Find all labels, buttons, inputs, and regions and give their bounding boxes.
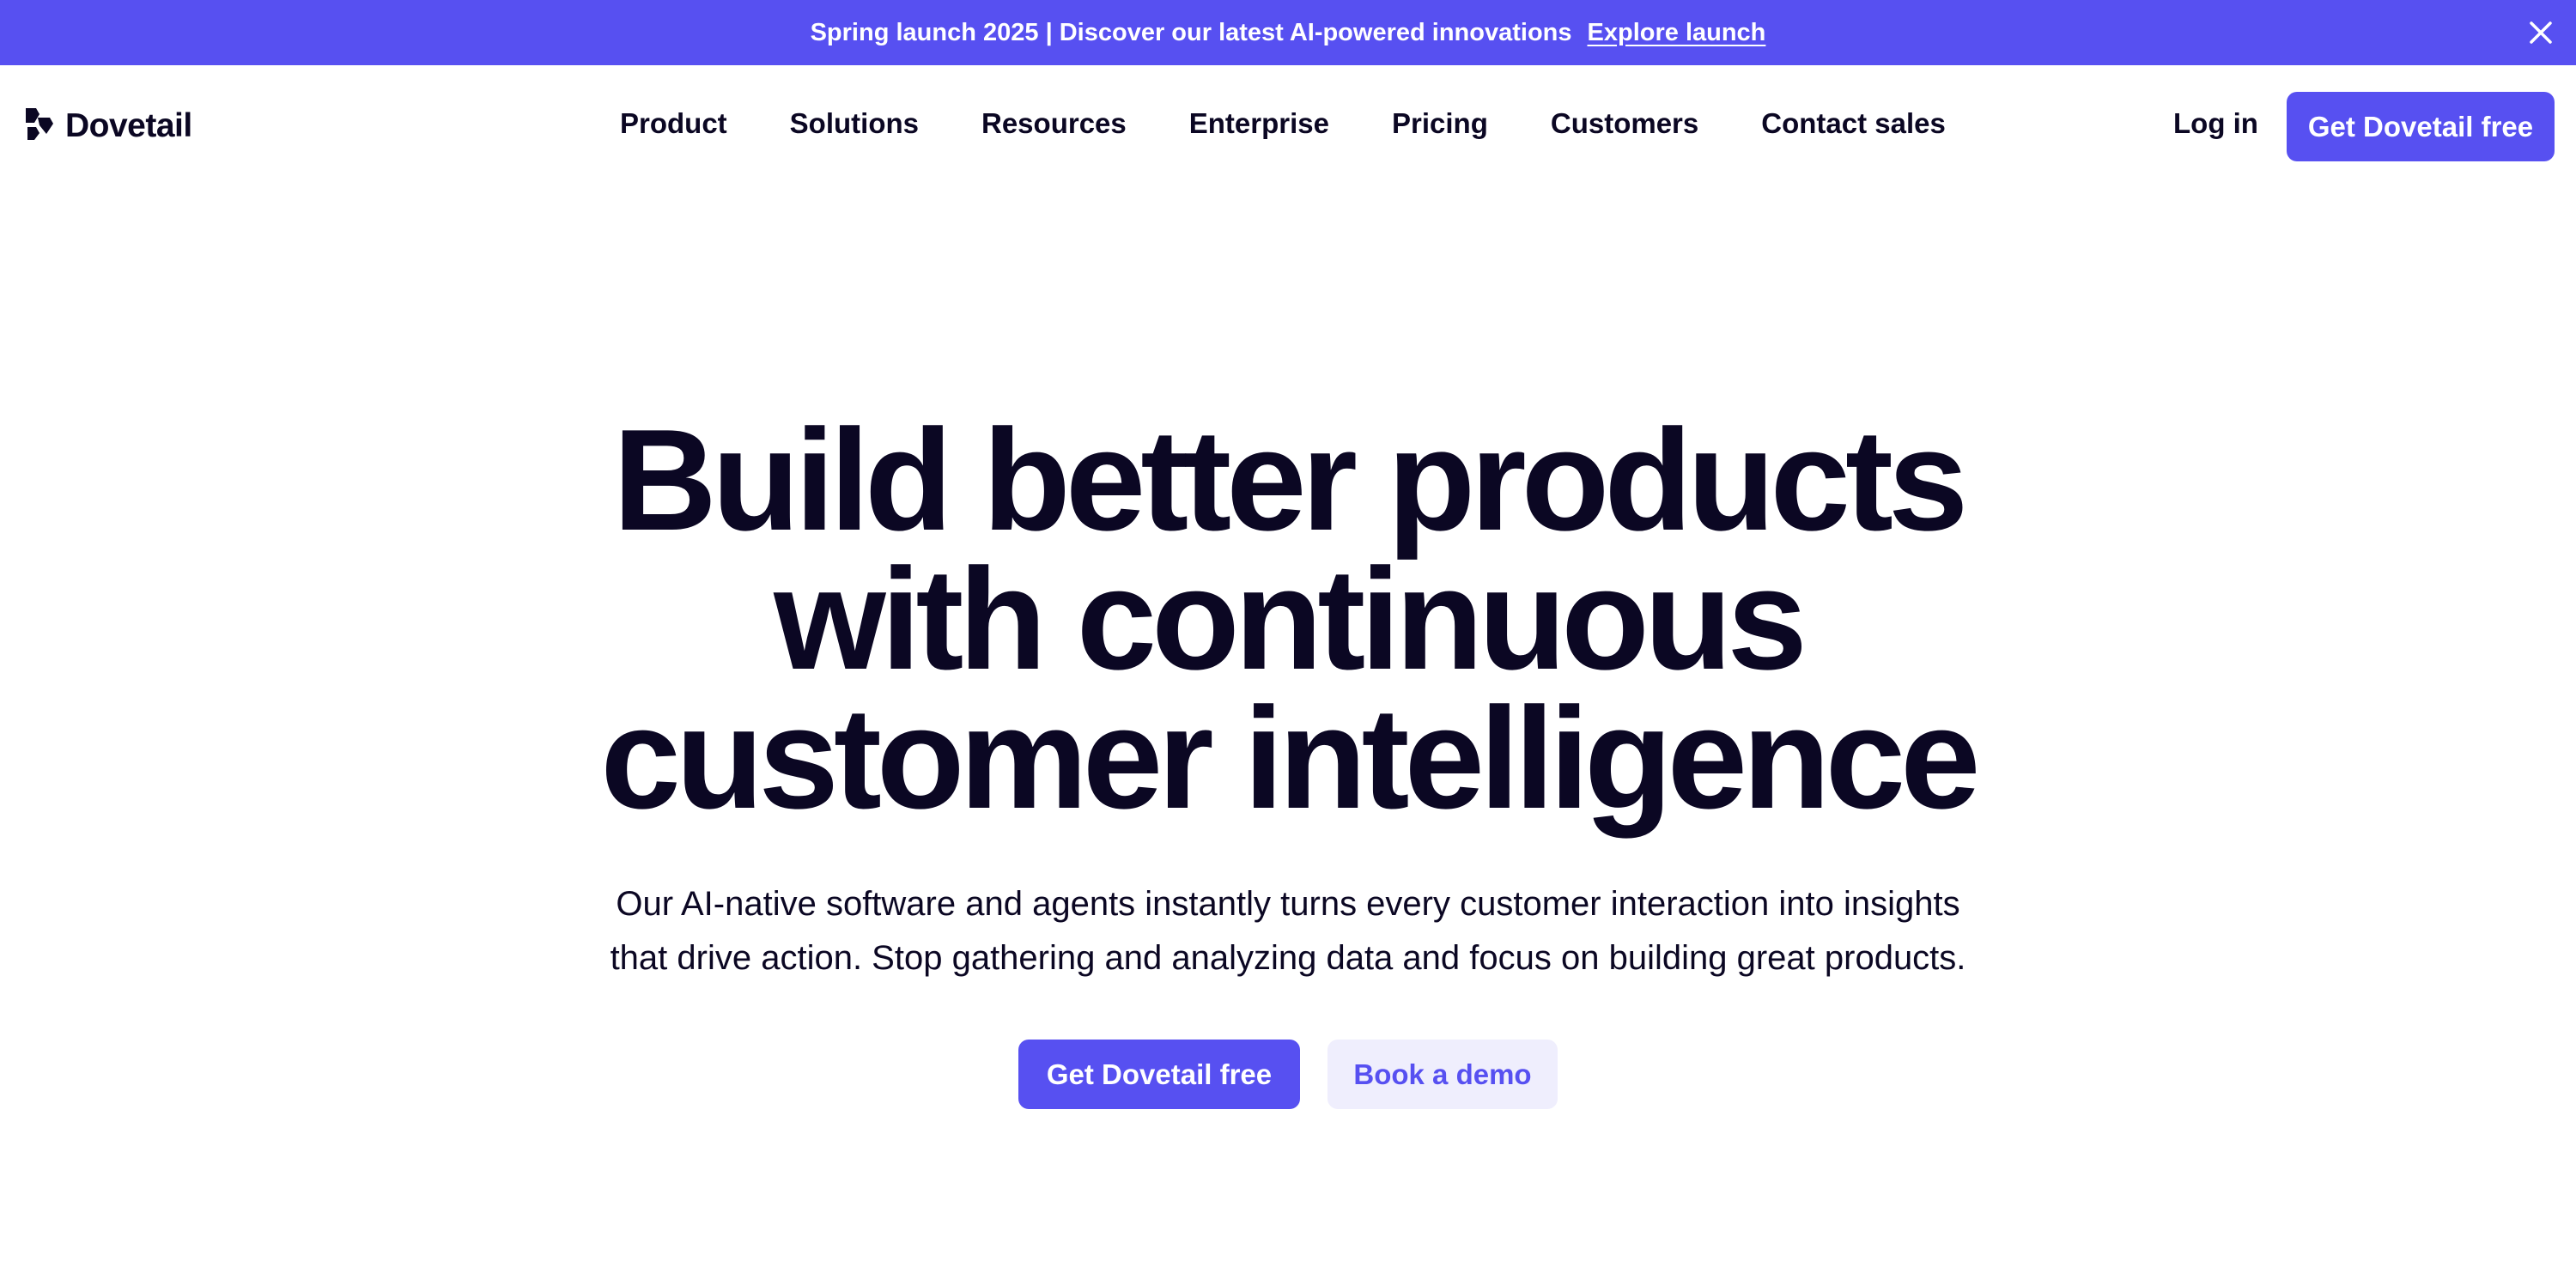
main-menu: Product Solutions Resources Enterprise P… [620,105,1946,142]
get-dovetail-free-nav-button[interactable]: Get Dovetail free [2287,92,2555,161]
hero-subtitle-line: that drive action. Stop gathering and an… [610,939,1966,977]
explore-launch-link[interactable]: Explore launch [1588,19,1766,47]
hero-title: Build better products with continuous cu… [0,399,2576,839]
brand-name: Dovetail [65,106,192,144]
announcement-bar: Spring launch 2025 | Discover our latest… [0,0,2576,65]
logo[interactable]: Dovetail [24,106,192,145]
nav-resources[interactable]: Resources [981,105,1127,142]
hero-title-line: Build better products [612,399,1969,561]
nav-solutions[interactable]: Solutions [790,105,919,142]
close-icon[interactable] [2521,13,2561,52]
get-dovetail-free-button[interactable]: Get Dovetail free [1018,1040,1300,1109]
hero-title-line: with continuous [774,538,1807,700]
login-link[interactable]: Log in [2173,105,2258,142]
nav-customers[interactable]: Customers [1551,105,1698,142]
hero-cta-row: Get Dovetail free Book a demo [0,1040,2576,1109]
hero-subtitle-line: Our AI-native software and agents instan… [616,885,1960,923]
top-navigation: Dovetail Product Solutions Resources Ent… [0,65,2576,189]
book-demo-button[interactable]: Book a demo [1327,1040,1558,1109]
dovetail-logo-icon [24,106,55,145]
nav-enterprise[interactable]: Enterprise [1189,105,1329,142]
nav-contact-sales[interactable]: Contact sales [1761,105,1946,142]
hero-subtitle: Our AI-native software and agents instan… [0,877,2576,985]
nav-product[interactable]: Product [620,105,727,142]
hero-title-line: customer intelligence [600,677,1980,839]
announcement-message: Spring launch 2025 | Discover our latest… [810,18,1572,46]
nav-pricing[interactable]: Pricing [1392,105,1488,142]
